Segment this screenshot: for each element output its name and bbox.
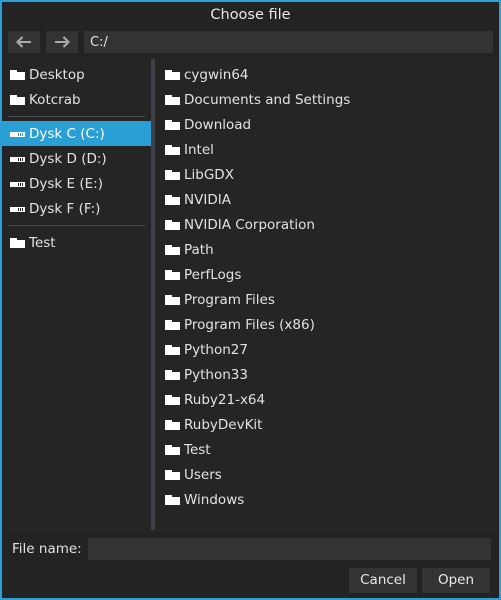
file-list-item[interactable]: Test	[155, 437, 499, 462]
item-label: Dysk F (F:)	[29, 200, 101, 217]
item-label: RubyDevKit	[184, 416, 263, 433]
sidebar-item[interactable]: Dysk E (E:)	[2, 171, 151, 196]
item-label: PerfLogs	[184, 266, 242, 283]
file-list-item[interactable]: Python27	[155, 337, 499, 362]
folder-icon	[165, 493, 181, 507]
item-label: Test	[184, 441, 211, 458]
file-list-item[interactable]: Users	[155, 462, 499, 487]
item-label: Path	[184, 241, 214, 258]
path-input[interactable]: C:/	[84, 31, 493, 53]
arrow-left-icon	[15, 35, 33, 49]
folder-icon	[165, 218, 181, 232]
dialog-title: Choose file	[210, 7, 291, 23]
folder-icon	[165, 143, 181, 157]
folder-icon	[165, 293, 181, 307]
navigation-bar: C:/	[2, 28, 499, 56]
arrow-right-icon	[53, 35, 71, 49]
file-list-item[interactable]: Path	[155, 237, 499, 262]
folder-icon	[165, 118, 181, 132]
filename-input[interactable]	[87, 538, 491, 560]
folder-icon	[165, 468, 181, 482]
sidebar-item[interactable]: Kotcrab	[2, 87, 151, 112]
item-label: NVIDIA	[184, 191, 231, 208]
item-label: NVIDIA Corporation	[184, 216, 315, 233]
drive-icon	[10, 127, 26, 141]
drive-icon	[10, 177, 26, 191]
file-list-item[interactable]: Download	[155, 112, 499, 137]
folder-icon	[165, 243, 181, 257]
item-label: Dysk D (D:)	[29, 150, 107, 167]
filename-row: File name:	[2, 532, 499, 566]
file-list: cygwin64 Documents and Settings Download In…	[155, 56, 499, 532]
drive-icon	[10, 152, 26, 166]
sidebar-separator	[8, 225, 145, 226]
action-button-row: Cancel Open	[2, 566, 499, 598]
dialog-body: Desktop Kotcrab Dysk C (C:) Dysk D (D:) Dysk…	[2, 56, 499, 532]
item-label: Intel	[184, 141, 214, 158]
file-list-item[interactable]: NVIDIA	[155, 187, 499, 212]
item-label: Python33	[184, 366, 248, 383]
folder-icon	[165, 318, 181, 332]
file-list-item[interactable]: NVIDIA Corporation	[155, 212, 499, 237]
item-label: Program Files	[184, 291, 275, 308]
folder-icon	[165, 418, 181, 432]
file-list-item[interactable]: Python33	[155, 362, 499, 387]
folder-icon	[165, 343, 181, 357]
item-label: Program Files (x86)	[184, 316, 315, 333]
sidebar-item[interactable]: Dysk D (D:)	[2, 146, 151, 171]
sidebar-item[interactable]: Dysk F (F:)	[2, 196, 151, 221]
shortcuts-sidebar: Desktop Kotcrab Dysk C (C:) Dysk D (D:) Dysk…	[2, 56, 151, 532]
folder-icon	[165, 93, 181, 107]
item-label: Python27	[184, 341, 248, 358]
folder-icon	[10, 68, 26, 82]
open-button[interactable]: Open	[422, 567, 490, 593]
file-list-item[interactable]: LibGDX	[155, 162, 499, 187]
folder-icon	[10, 93, 26, 107]
drive-icon	[10, 202, 26, 216]
file-list-item[interactable]: RubyDevKit	[155, 412, 499, 437]
file-list-item[interactable]: Program Files (x86)	[155, 312, 499, 337]
forward-button[interactable]	[46, 31, 78, 53]
cancel-button[interactable]: Cancel	[349, 567, 417, 593]
folder-icon	[165, 268, 181, 282]
sidebar-item[interactable]: Dysk C (C:)	[2, 121, 151, 146]
dialog-footer: File name: Cancel Open	[2, 532, 499, 598]
item-label: Kotcrab	[29, 91, 81, 108]
file-list-item[interactable]: PerfLogs	[155, 262, 499, 287]
item-label: Desktop	[29, 66, 85, 83]
item-label: LibGDX	[184, 166, 234, 183]
sidebar-item[interactable]: Desktop	[2, 62, 151, 87]
item-label: Windows	[184, 491, 245, 508]
back-button[interactable]	[8, 31, 40, 53]
folder-icon	[10, 236, 26, 250]
item-label: Documents and Settings	[184, 91, 351, 108]
folder-icon	[165, 193, 181, 207]
folder-icon	[165, 68, 181, 82]
folder-icon	[165, 393, 181, 407]
item-label: Users	[184, 466, 222, 483]
file-list-item[interactable]: Documents and Settings	[155, 87, 499, 112]
item-label: cygwin64	[184, 66, 249, 83]
folder-icon	[165, 368, 181, 382]
item-label: Ruby21-x64	[184, 391, 266, 408]
sidebar-item[interactable]: Test	[2, 230, 151, 255]
item-label: Test	[29, 234, 56, 251]
sidebar-separator	[8, 116, 145, 117]
item-label: Dysk E (E:)	[29, 175, 103, 192]
path-value: C:/	[90, 34, 108, 50]
folder-icon	[165, 443, 181, 457]
folder-icon	[165, 168, 181, 182]
item-label: Dysk C (C:)	[29, 125, 105, 142]
file-list-item[interactable]: cygwin64	[155, 62, 499, 87]
item-label: Download	[184, 116, 252, 133]
file-list-item[interactable]: Intel	[155, 137, 499, 162]
file-list-item[interactable]: Windows	[155, 487, 499, 512]
dialog-title-bar: Choose file	[2, 2, 499, 28]
file-list-item[interactable]: Program Files	[155, 287, 499, 312]
file-list-item[interactable]: Ruby21-x64	[155, 387, 499, 412]
filename-label: File name:	[12, 541, 82, 557]
choose-file-dialog: Choose file C:/ Desktop Kotcrab Dysk C (C:…	[0, 0, 501, 600]
